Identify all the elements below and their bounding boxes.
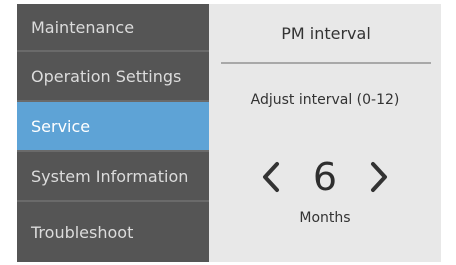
sidebar-item-label: System Information xyxy=(31,166,189,186)
device-screen: Maintenance Operation Settings Service S… xyxy=(17,4,441,262)
decrease-button[interactable] xyxy=(251,154,291,200)
sidebar-item-system-information[interactable]: System Information xyxy=(17,152,209,202)
sidebar-item-label: Troubleshoot xyxy=(31,222,134,242)
adjust-interval-label: Adjust interval (0-12) xyxy=(250,92,400,108)
interval-stepper: 6 xyxy=(209,152,441,202)
interval-value: 6 xyxy=(312,155,338,199)
interval-unit: Months xyxy=(299,210,351,226)
settings-panel: PM interval Adjust interval (0-12) 6 Mon… xyxy=(209,4,441,262)
increase-button[interactable] xyxy=(359,154,399,200)
sidebar-item-troubleshoot[interactable]: Troubleshoot xyxy=(17,202,209,262)
sidebar-item-service[interactable]: Service xyxy=(17,102,209,152)
chevron-right-icon xyxy=(371,162,387,192)
chevron-left-icon xyxy=(263,162,279,192)
sidebar-item-label: Operation Settings xyxy=(31,66,182,86)
sidebar-item-operation-settings[interactable]: Operation Settings xyxy=(17,52,209,102)
panel-title: PM interval xyxy=(221,4,431,64)
sidebar-item-maintenance[interactable]: Maintenance xyxy=(17,4,209,52)
sidebar-item-label: Maintenance xyxy=(31,17,135,37)
sidebar-item-label: Service xyxy=(31,116,91,136)
sidebar-menu: Maintenance Operation Settings Service S… xyxy=(17,4,209,262)
